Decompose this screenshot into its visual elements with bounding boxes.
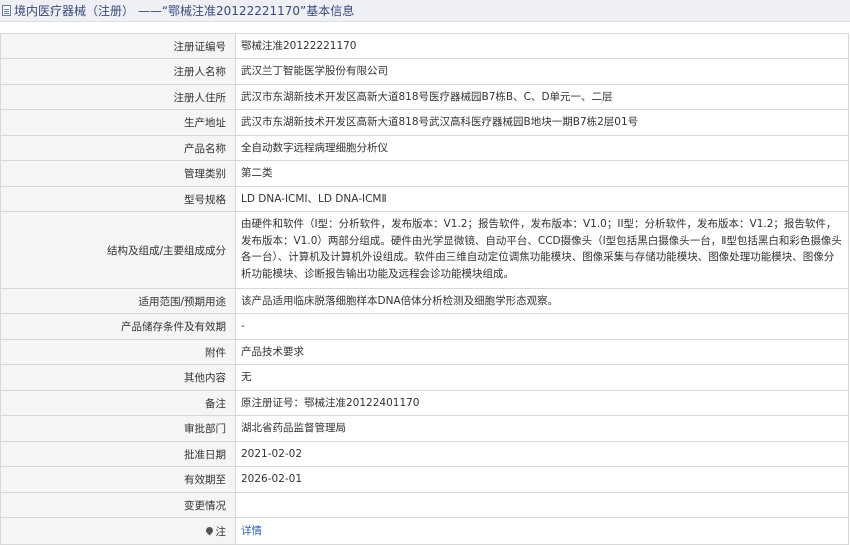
table-row: 管理类别 第二类 [1,161,849,187]
row-label: 型号规格 [1,187,236,211]
row-value [236,493,849,517]
table-row: 批准日期 2021-02-02 [1,442,849,467]
table-row: 注 详情 [1,518,849,545]
row-value: 由硬件和软件（I型：分析软件，发布版本：V1.2；报告软件，发布版本：V1.0；… [236,212,849,288]
row-label: 注册证编号 [1,34,236,58]
row-value: 产品技术要求 [236,340,849,364]
row-value: - [236,314,849,339]
page-title: 境内医疗器械（注册） ——“鄂械注准20122221170”基本信息 [14,4,355,18]
page-header: 境内医疗器械（注册） ——“鄂械注准20122221170”基本信息 [0,0,850,22]
row-value: LD DNA-ICMⅠ、LD DNA-ICMⅡ [236,187,849,211]
row-value: 湖北省药品监督管理局 [236,416,849,441]
row-value: 武汉兰丁智能医学股份有限公司 [236,59,849,84]
row-label: 产品储存条件及有效期 [1,314,236,339]
row-label: 变更情况 [1,493,236,517]
table-row: 附件 产品技术要求 [1,340,849,365]
details-link[interactable]: 详情 [241,523,262,540]
table-row: 产品储存条件及有效期 - [1,314,849,340]
table-row: 生产地址 武汉市东湖新技术开发区高新大道818号武汉高科医疗器械园B地块一期B7… [1,110,849,136]
row-label: 备注 [1,391,236,415]
row-value: 无 [236,365,849,390]
table-row: 审批部门 湖北省药品监督管理局 [1,416,849,442]
row-label: 结构及组成/主要组成成分 [1,212,236,288]
pin-icon [204,525,214,535]
row-label: 审批部门 [1,416,236,441]
row-value: 2021-02-02 [236,442,849,466]
row-label: 适用范围/预期用途 [1,289,236,313]
row-label: 批准日期 [1,442,236,466]
table-row: 注册证编号 鄂械注准20122221170 [1,34,849,59]
table-row: 注册人住所 武汉市东湖新技术开发区高新大道818号医疗器械园B7栋B、C、D单元… [1,85,849,110]
row-label: 附件 [1,340,236,364]
row-label: 产品名称 [1,136,236,160]
row-label: 生产地址 [1,110,236,135]
row-value: 武汉市东湖新技术开发区高新大道818号武汉高科医疗器械园B地块一期B7栋2层01… [236,110,849,135]
row-value: 2026-02-01 [236,467,849,492]
row-label: 管理类别 [1,161,236,186]
row-label: 注册人名称 [1,59,236,84]
row-label: 注册人住所 [1,85,236,109]
row-value: 原注册证号：鄂械注准20122401170 [236,391,849,415]
row-value: 第二类 [236,161,849,186]
row-label-note: 注 [1,518,236,544]
info-table: 注册证编号 鄂械注准20122221170 注册人名称 武汉兰丁智能医学股份有限… [0,33,849,545]
table-row: 其他内容 无 [1,365,849,391]
row-value: 武汉市东湖新技术开发区高新大道818号医疗器械园B7栋B、C、D单元一、二层 [236,85,849,109]
row-value: 该产品适用临床脱落细胞样本DNA倍体分析检测及细胞学形态观察。 [236,289,849,313]
table-row: 型号规格 LD DNA-ICMⅠ、LD DNA-ICMⅡ [1,187,849,212]
row-value: 全自动数字远程病理细胞分析仪 [236,136,849,160]
table-row: 有效期至 2026-02-01 [1,467,849,493]
row-label: 有效期至 [1,467,236,492]
table-row: 变更情况 [1,493,849,518]
table-row: 备注 原注册证号：鄂械注准20122401170 [1,391,849,416]
row-label: 其他内容 [1,365,236,390]
table-row: 产品名称 全自动数字远程病理细胞分析仪 [1,136,849,161]
table-row: 结构及组成/主要组成成分 由硬件和软件（I型：分析软件，发布版本：V1.2；报告… [1,212,849,289]
table-row: 适用范围/预期用途 该产品适用临床脱落细胞样本DNA倍体分析检测及细胞学形态观察… [1,289,849,314]
table-row: 注册人名称 武汉兰丁智能医学股份有限公司 [1,59,849,85]
row-value: 详情 [236,518,849,544]
row-value: 鄂械注准20122221170 [236,34,849,58]
document-icon [2,5,11,16]
